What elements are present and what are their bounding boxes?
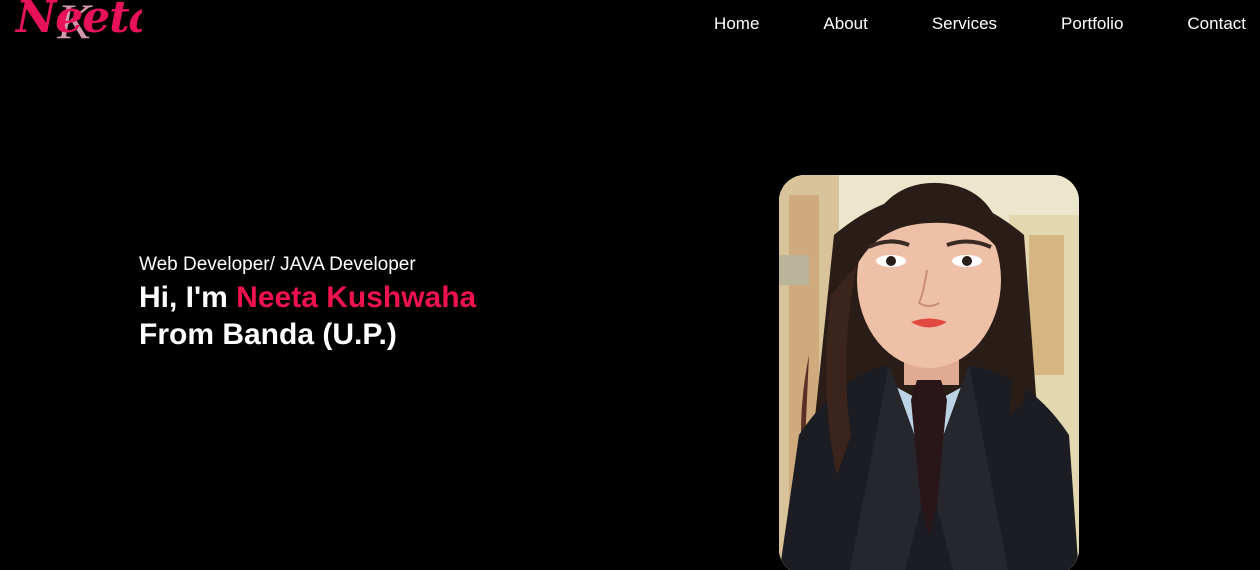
nav-contact-link[interactable]: Contact — [1187, 13, 1246, 35]
main-nav: Home About Services Portfolio Contact — [714, 13, 1260, 35]
page: K Neeta Home About Services Portfolio Co… — [0, 0, 1260, 570]
nav-services-link[interactable]: Services — [932, 13, 997, 35]
logo-icon: K Neeta — [14, 0, 142, 49]
hero-name: Neeta Kushwaha — [236, 281, 477, 314]
portrait-photo-icon — [779, 175, 1079, 570]
logo[interactable]: K Neeta — [12, 0, 142, 50]
hero-section: Web Developer/ JAVA Developer Hi, I'm Ne… — [139, 254, 476, 353]
profile-photo — [779, 175, 1079, 570]
hero-subtitle: Web Developer/ JAVA Developer — [139, 254, 416, 275]
hero-heading: Hi, I'm Neeta Kushwaha — [139, 279, 476, 316]
nav-portfolio-link[interactable]: Portfolio — [1061, 13, 1123, 35]
nav-about-link[interactable]: About — [823, 13, 867, 35]
nav-home-link[interactable]: Home — [714, 13, 759, 35]
svg-text:Neeta: Neeta — [14, 0, 142, 43]
hero-greeting: Hi, I'm — [139, 281, 228, 314]
hero-location: From Banda (U.P.) — [139, 318, 397, 351]
